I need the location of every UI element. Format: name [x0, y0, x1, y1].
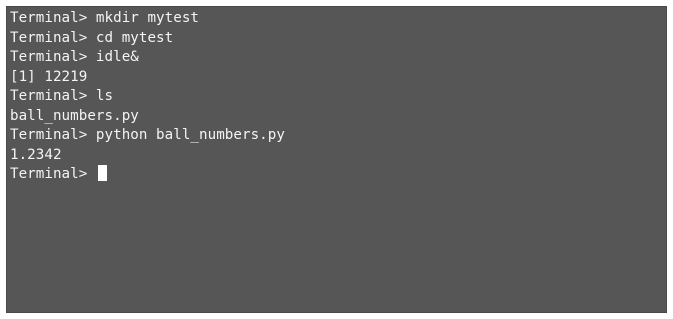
terminal-line: Terminal> cd mytest — [10, 29, 174, 46]
terminal-line: ball_numbers.py — [10, 107, 139, 124]
terminal-line: Terminal> mkdir mytest — [10, 10, 200, 26]
terminal-prompt: Terminal> — [10, 166, 96, 182]
terminal-output: Terminal> mkdir mytest Terminal> cd myte… — [10, 9, 662, 185]
terminal-input-line[interactable]: Terminal> — [10, 165, 662, 185]
terminal-cursor — [97, 165, 107, 181]
terminal-line: Terminal> idle& — [10, 49, 139, 65]
terminal-line: Terminal> python ball_numbers.py — [10, 127, 285, 143]
screenshot-frame: Terminal> mkdir mytest Terminal> cd myte… — [0, 0, 673, 319]
terminal-line: 1.2342 — [10, 146, 62, 163]
terminal-window[interactable]: Terminal> mkdir mytest Terminal> cd myte… — [6, 6, 667, 313]
terminal-line: [1] 12219 — [10, 68, 88, 85]
terminal-line: Terminal> ls — [10, 88, 114, 104]
